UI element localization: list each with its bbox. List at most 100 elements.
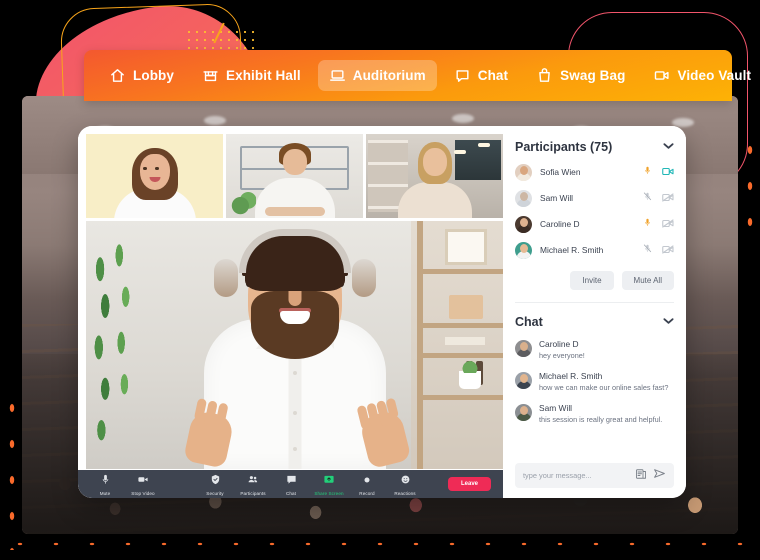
microphone-off-icon[interactable] xyxy=(643,241,652,259)
chat-author: Michael R. Smith xyxy=(539,371,603,381)
microphone-off-icon[interactable] xyxy=(643,189,652,207)
avatar xyxy=(515,241,532,259)
chat-title: Chat xyxy=(515,315,543,329)
video-camera-icon xyxy=(137,472,149,490)
video-camera-icon xyxy=(653,67,670,84)
participant-row[interactable]: Michael R. Smith xyxy=(515,241,674,259)
chat-message: Sam Will this session is really great an… xyxy=(515,403,674,424)
toolbar-button-mute[interactable]: Mute xyxy=(86,472,124,496)
side-panel: Participants (75) Sofia Wien Sam Will Ca… xyxy=(503,126,686,498)
toolbar-button-share-screen[interactable]: Share Screen xyxy=(310,472,348,496)
camera-off-icon[interactable] xyxy=(662,215,674,233)
shield-check-icon xyxy=(210,472,221,490)
nav-item-exhibit-hall[interactable]: Exhibit Hall xyxy=(191,60,312,91)
camera-off-icon[interactable] xyxy=(662,189,674,207)
shopping-bag-icon xyxy=(536,67,553,84)
store-icon xyxy=(202,67,219,84)
participants-list: Sofia Wien Sam Will Caroline D Michael R… xyxy=(515,163,674,259)
participant-row[interactable]: Sofia Wien xyxy=(515,163,674,181)
participant-name: Caroline D xyxy=(540,219,580,229)
people-icon xyxy=(247,472,259,490)
participant-name: Michael R. Smith xyxy=(540,245,604,255)
nav-item-label: Chat xyxy=(477,68,509,83)
avatar xyxy=(515,189,532,207)
microphone-on-icon[interactable] xyxy=(643,215,652,233)
participant-row[interactable]: Caroline D xyxy=(515,215,674,233)
chat-message-list: Caroline D hey everyone! Michael R. Smit… xyxy=(515,339,674,424)
speaker-figure xyxy=(170,225,420,469)
avatar xyxy=(515,372,532,389)
camera-off-icon[interactable] xyxy=(662,241,674,259)
toolbar-button-record[interactable]: Record xyxy=(348,472,386,496)
toolbar-button-label: Reactions xyxy=(394,491,416,496)
chat-bubble-icon xyxy=(286,472,297,490)
nav-item-auditorium[interactable]: Auditorium xyxy=(317,60,437,91)
chat-author: Sam Will xyxy=(539,403,573,413)
toolbar-button-participants[interactable]: Participants xyxy=(234,472,272,496)
microphone-icon xyxy=(100,472,111,490)
toolbar-button-security[interactable]: Security xyxy=(196,472,234,496)
share-screen-icon xyxy=(323,472,335,490)
nav-item-lobby[interactable]: Lobby xyxy=(98,60,185,91)
chevron-down-icon[interactable] xyxy=(663,142,674,153)
camera-on-icon[interactable] xyxy=(662,163,674,181)
avatar xyxy=(515,163,532,181)
nav-item-label: Swag Bag xyxy=(560,68,626,83)
decorative-dot-grid-left xyxy=(2,390,22,550)
decorative-yellow-tick xyxy=(213,22,225,44)
nav-item-chat[interactable]: Chat xyxy=(443,60,519,91)
mute-all-button[interactable]: Mute All xyxy=(621,271,674,290)
microphone-on-icon[interactable] xyxy=(643,163,652,181)
participants-title: Participants (75) xyxy=(515,140,613,154)
nav-item-label: Lobby xyxy=(133,68,174,83)
participants-actions: Invite Mute All xyxy=(515,271,674,290)
meeting-window: Mute Stop Video Security Participants Ch… xyxy=(78,126,686,498)
chat-author: Caroline D xyxy=(539,339,579,349)
toolbar-button-label: Chat xyxy=(285,491,297,496)
participant-thumbnail[interactable] xyxy=(86,134,223,218)
message-input-placeholder[interactable]: type your message... xyxy=(523,471,629,480)
screenshot-root: Lobby Exhibit Hall Auditorium Chat Swag … xyxy=(0,0,760,560)
participant-thumbnail[interactable] xyxy=(366,134,503,218)
video-area: Mute Stop Video Security Participants Ch… xyxy=(78,126,503,498)
nav-item-swag-bag[interactable]: Swag Bag xyxy=(525,60,636,91)
send-icon[interactable] xyxy=(653,467,666,485)
nav-item-label: Auditorium xyxy=(352,68,426,83)
active-speaker-video[interactable] xyxy=(86,221,503,469)
decorative-shelf xyxy=(411,221,503,469)
participants-header: Participants (75) xyxy=(515,140,674,154)
participant-thumbnail[interactable] xyxy=(226,134,363,218)
participant-row[interactable]: Sam Will xyxy=(515,189,674,207)
chat-text: hey everyone! xyxy=(539,351,585,360)
chat-composer[interactable]: type your message... xyxy=(515,463,674,488)
chat-text: this session is really great and helpful… xyxy=(539,415,663,424)
avatar xyxy=(515,215,532,233)
nav-item-label: Exhibit Hall xyxy=(226,68,301,83)
chat-message: Caroline D hey everyone! xyxy=(515,339,674,360)
nav-item-video-vault[interactable]: Video Vault xyxy=(642,60,760,91)
meeting-controls-toolbar: Mute Stop Video Security Participants Ch… xyxy=(78,470,503,498)
main-navigation-bar: Lobby Exhibit Hall Auditorium Chat Swag … xyxy=(84,50,751,101)
toolbar-button-reactions[interactable]: Reactions xyxy=(386,472,424,496)
chat-message: Michael R. Smith how we can make our onl… xyxy=(515,371,674,392)
participant-name: Sofia Wien xyxy=(540,167,581,177)
toolbar-button-chat[interactable]: Chat xyxy=(272,472,310,496)
avatar xyxy=(515,404,532,421)
toolbar-button-stop-video[interactable]: Stop Video xyxy=(124,472,162,496)
invite-button[interactable]: Invite xyxy=(570,271,614,290)
toolbar-button-label: Security xyxy=(206,491,224,496)
participant-name: Sam Will xyxy=(540,193,574,203)
laptop-icon xyxy=(329,67,346,84)
toolbar-button-label: Participants xyxy=(240,491,266,496)
chat-text: how we can make our online sales fast? xyxy=(539,383,669,392)
toolbar-button-label: Stop Video xyxy=(131,491,155,496)
document-icon[interactable] xyxy=(635,467,647,485)
toolbar-button-label: Share Screen xyxy=(314,491,344,496)
avatar xyxy=(515,340,532,357)
decorative-dot-grid-bottom xyxy=(2,534,758,556)
panel-divider xyxy=(515,302,674,303)
participant-thumbnail-strip xyxy=(86,134,503,218)
leave-meeting-button[interactable]: Leave xyxy=(447,477,491,491)
toolbar-button-label: Mute xyxy=(99,491,111,496)
chevron-down-icon[interactable] xyxy=(663,317,674,328)
